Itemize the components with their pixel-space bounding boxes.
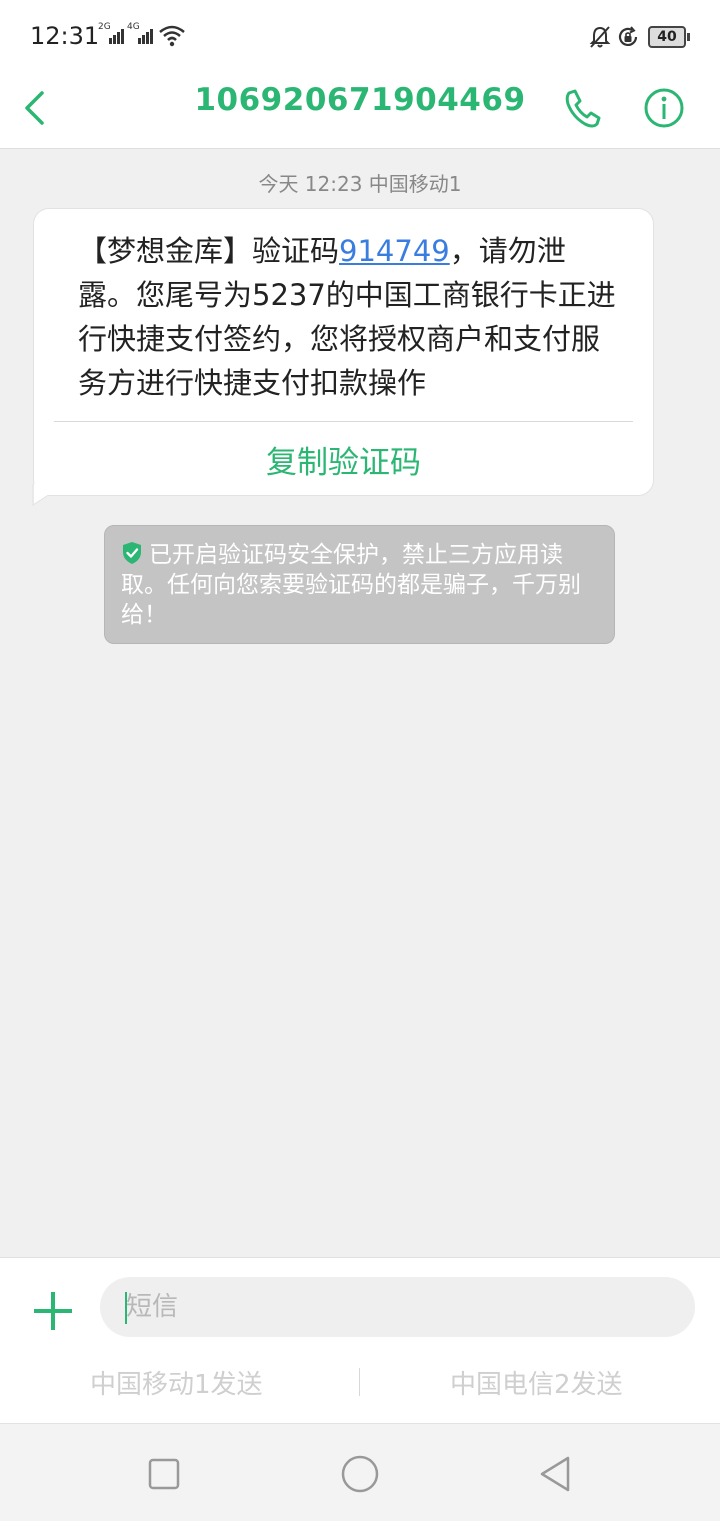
battery-indicator: 40 [648, 26, 690, 48]
send-sim1-button[interactable]: 中国移动1发送 [90, 1364, 263, 1401]
recent-apps-button[interactable] [142, 1452, 186, 1496]
security-notice-text: 已开启验证码安全保护，禁止三方应用读取。任何向您索要验证码的都是骗子，千万别给！ [121, 542, 581, 628]
send-divider [359, 1368, 360, 1396]
text-cursor [125, 1292, 127, 1324]
sender-number: 106920671904469 [194, 82, 526, 118]
bubble-divider [54, 421, 633, 422]
add-attachment-button[interactable] [30, 1288, 76, 1334]
message-timestamp: 今天 12:23 中国移动1 [258, 172, 462, 196]
home-button[interactable] [338, 1452, 382, 1496]
security-notice: 已开启验证码安全保护，禁止三方应用读取。任何向您索要验证码的都是骗子，千万别给！ [104, 525, 615, 644]
back-icon [540, 1456, 570, 1492]
call-button[interactable] [560, 80, 604, 136]
conversation-header: 106920671904469 [0, 72, 720, 149]
nav-back-button[interactable] [534, 1452, 578, 1496]
bubble-tail [32, 484, 49, 506]
send-sim2-button[interactable]: 中国电信2发送 [450, 1364, 623, 1401]
mute-icon [589, 26, 611, 48]
shield-check-icon [123, 542, 141, 564]
sms-input[interactable] [100, 1277, 695, 1337]
status-time: 12:31 [30, 22, 100, 50]
message-text: 【梦想金库】验证码914749，请勿泄露。您尾号为5237的中国工商银行卡正进行… [78, 234, 616, 400]
verification-code-link[interactable]: 914749 [339, 234, 450, 268]
message-bubble[interactable]: 【梦想金库】验证码914749，请勿泄露。您尾号为5237的中国工商银行卡正进行… [33, 208, 654, 496]
plus-icon [34, 1292, 72, 1330]
info-icon [644, 88, 684, 128]
recent-apps-icon [148, 1458, 180, 1490]
copy-code-button[interactable]: 复制验证码 [34, 437, 653, 482]
status-bar: 12:31 2G 4G 40 [0, 0, 720, 72]
wifi-icon [159, 25, 185, 47]
navigation-bar [0, 1423, 720, 1521]
info-button[interactable] [640, 80, 688, 136]
home-icon [341, 1455, 379, 1493]
composer: 中国移动1发送 中国电信2发送 [0, 1257, 720, 1424]
phone-icon [565, 89, 601, 128]
rotation-lock-icon [618, 26, 638, 46]
